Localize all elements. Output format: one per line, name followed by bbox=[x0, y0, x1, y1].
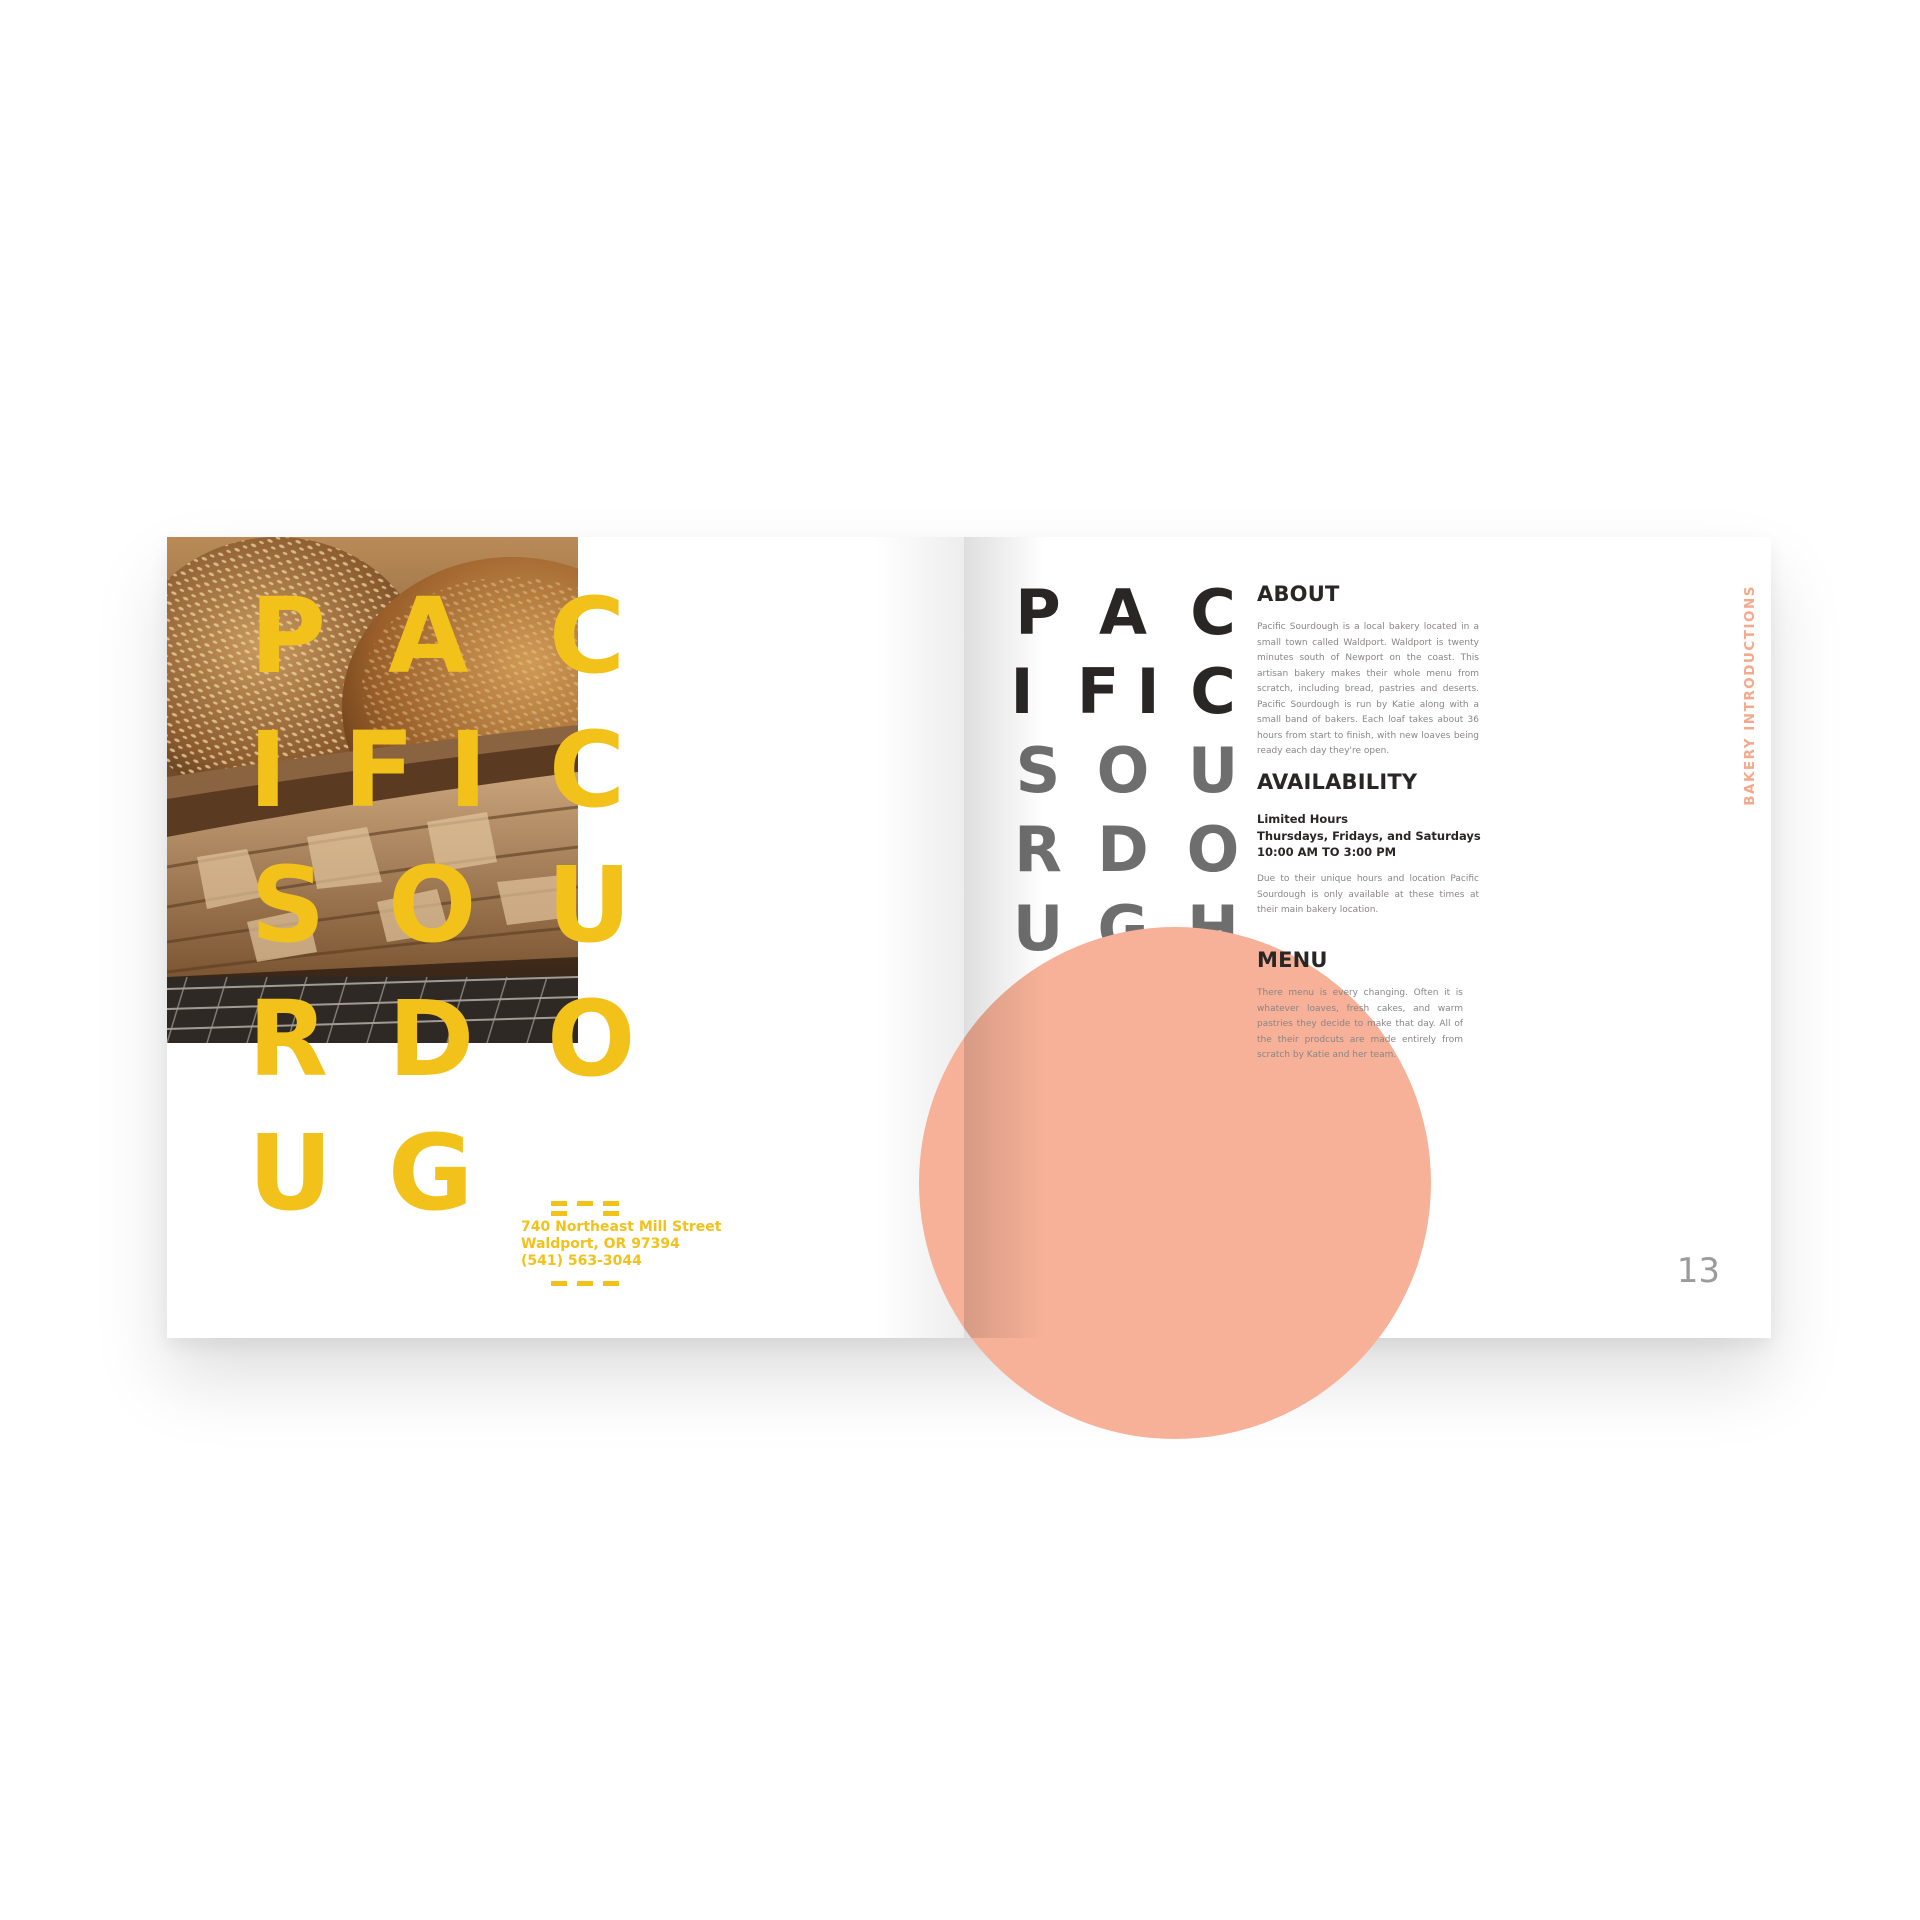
hours-title: Limited Hours bbox=[1257, 812, 1348, 826]
h-remnant-dash bbox=[551, 1281, 567, 1286]
gutter-shadow-gradient bbox=[964, 537, 1044, 1338]
h-remnant-dash bbox=[577, 1201, 593, 1206]
title-letter: C bbox=[548, 575, 626, 697]
title-letter: C bbox=[1190, 655, 1236, 728]
h-remnant-dash bbox=[603, 1211, 619, 1216]
title-letter: C bbox=[548, 709, 626, 831]
title-letter: O bbox=[388, 844, 477, 966]
title-letter: R bbox=[248, 978, 329, 1100]
availability-heading: AVAILABILITY bbox=[1257, 770, 1418, 794]
menu-body: There menu is every changing. Often it i… bbox=[1257, 988, 1463, 1060]
about-heading: ABOUT bbox=[1257, 582, 1340, 606]
h-remnant-dash bbox=[551, 1211, 567, 1216]
title-letter: U bbox=[547, 844, 632, 966]
title-letter: A bbox=[1099, 576, 1147, 649]
title-letter: U bbox=[248, 1112, 333, 1234]
title-letter: O bbox=[1186, 813, 1240, 886]
title-letter: S bbox=[250, 844, 326, 966]
title-letter: F bbox=[1076, 655, 1120, 728]
left-page: P A C I F I C S O U R D O U G 740 Northe… bbox=[167, 537, 964, 1338]
address-phone: (541) 563-3044 bbox=[521, 1253, 642, 1269]
address-block: 740 Northeast Mill Street Waldport, OR 9… bbox=[521, 1219, 721, 1270]
h-remnant-dash bbox=[577, 1281, 593, 1286]
address-city: Waldport, OR 97394 bbox=[521, 1236, 680, 1252]
address-street: 740 Northeast Mill Street bbox=[521, 1219, 722, 1235]
hours-time: 10:00 AM TO 3:00 PM bbox=[1257, 845, 1397, 859]
title-letter: D bbox=[1097, 813, 1149, 886]
title-letter: P bbox=[249, 575, 327, 697]
availability-body: Due to their unique hours and location P… bbox=[1257, 874, 1479, 915]
gutter-shadow-right bbox=[964, 537, 1044, 1338]
h-remnant-dash bbox=[551, 1201, 567, 1206]
h-remnant-dash bbox=[603, 1201, 619, 1206]
title-letter: G bbox=[388, 1112, 474, 1234]
title-letter: I bbox=[248, 709, 288, 831]
title-letter: F bbox=[343, 709, 415, 831]
book-spread: P A C I F I C S O U R D O U G 740 Northe… bbox=[167, 537, 1771, 1439]
title-letter: U bbox=[1187, 734, 1239, 807]
section-side-label: BAKERY INTRODUCTIONS bbox=[1742, 585, 1758, 806]
hours-days: Thursdays, Fridays, and Saturdays bbox=[1257, 828, 1481, 843]
title-letter: I bbox=[1136, 655, 1160, 728]
title-letter: I bbox=[448, 709, 488, 831]
title-letter: C bbox=[1190, 576, 1236, 649]
title-letter: O bbox=[547, 978, 636, 1100]
title-letter: O bbox=[1096, 734, 1150, 807]
hours-block: Limited Hours Thursdays, Fridays, and Sa… bbox=[1257, 811, 1481, 861]
about-body: Pacific Sourdough is a local bakery loca… bbox=[1257, 622, 1479, 756]
h-remnant-dash bbox=[603, 1281, 619, 1286]
title-letter: D bbox=[388, 978, 475, 1100]
menu-heading: MENU bbox=[1257, 948, 1328, 972]
page-number: 13 bbox=[1676, 1251, 1720, 1291]
title-letter: A bbox=[388, 575, 469, 697]
